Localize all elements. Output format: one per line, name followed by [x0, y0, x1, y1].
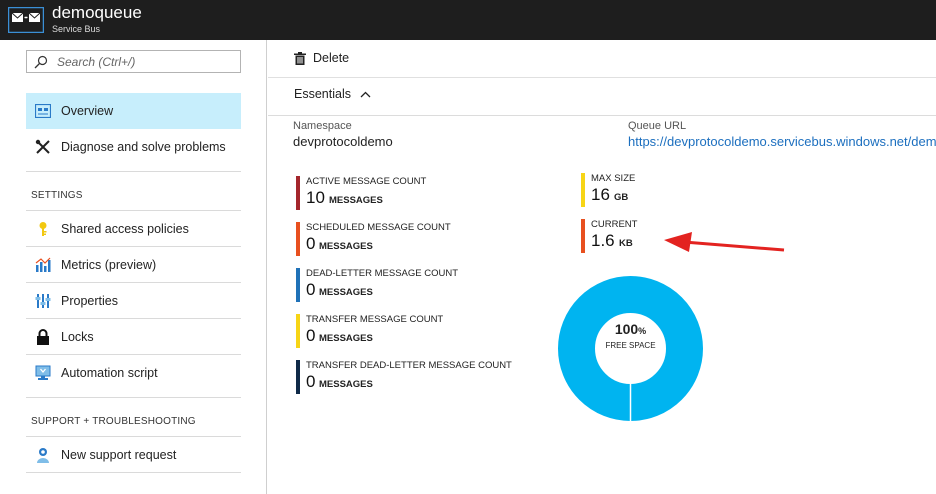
metric-label: SCHEDULED MESSAGE COUNT [306, 222, 451, 233]
free-space-caption: FREE SPACE [605, 341, 656, 350]
metric-tile: SCHEDULED MESSAGE COUNT 0 MESSAGES [296, 222, 546, 258]
top-bar: demoqueue Service Bus [0, 0, 936, 40]
support-person-icon [35, 447, 51, 463]
metrics-icon [35, 257, 51, 273]
metric-unit: MESSAGES [329, 195, 383, 206]
namespace-value: devprotocoldemo [293, 134, 393, 149]
key-icon [35, 221, 51, 237]
search-box[interactable] [26, 50, 241, 73]
current-size-label: CURRENT [591, 219, 638, 230]
max-size-bar [581, 173, 585, 207]
metric-unit: MESSAGES [319, 287, 373, 298]
metric-label: TRANSFER DEAD-LETTER MESSAGE COUNT [306, 360, 512, 371]
properties-icon [35, 293, 51, 309]
sidebar-item-label: Overview [61, 104, 114, 118]
metric-label: DEAD-LETTER MESSAGE COUNT [306, 268, 459, 279]
metric-value: 10 [306, 188, 325, 207]
sidebar-item-label: Locks [61, 330, 94, 344]
metric-color-bar [296, 314, 300, 348]
divider [26, 397, 241, 398]
sidebar: Overview Diagnose and solve problems SET… [0, 40, 267, 494]
current-size-bar [581, 219, 585, 253]
sidebar-item-diagnose[interactable]: Diagnose and solve problems [26, 129, 241, 165]
divider [26, 171, 241, 172]
trash-icon [294, 51, 306, 65]
metric-tile: TRANSFER DEAD-LETTER MESSAGE COUNT 0 MESSA… [296, 360, 546, 396]
service-bus-queue-icon [8, 7, 44, 33]
sidebar-item-label: Diagnose and solve problems [61, 140, 226, 154]
delete-button[interactable]: Delete [294, 51, 349, 65]
queue-url-link[interactable]: https://devprotocoldemo.servicebus.windo… [628, 134, 936, 149]
metric-value: 0 [306, 280, 316, 299]
page-subtitle: Service Bus [52, 24, 101, 34]
page-title: demoqueue [52, 3, 142, 22]
metric-tile: DEAD-LETTER MESSAGE COUNT 0 MESSAGES [296, 268, 546, 304]
sidebar-item-label: New support request [61, 448, 177, 462]
metric-unit: MESSAGES [319, 241, 373, 252]
essentials-label: Essentials [294, 87, 351, 101]
section-label-support: SUPPORT + TROUBLESHOOTING [31, 416, 196, 427]
metric-value: 0 [306, 234, 316, 253]
metric-value: 0 [306, 372, 316, 391]
metric-tile: TRANSFER MESSAGE COUNT 0 MESSAGES [296, 314, 546, 350]
metric-color-bar [296, 222, 300, 256]
sidebar-item-label: Metrics (preview) [61, 258, 157, 272]
metric-unit: MESSAGES [319, 333, 373, 344]
metric-label: TRANSFER MESSAGE COUNT [306, 314, 444, 325]
metric-label: ACTIVE MESSAGE COUNT [306, 176, 427, 187]
metric-color-bar [296, 360, 300, 394]
sidebar-item-automation-script[interactable]: Automation script [26, 355, 241, 391]
sidebar-item-locks[interactable]: Locks [26, 319, 241, 355]
max-size-metric: MAX SIZE 16 GB [581, 173, 681, 209]
search-icon [34, 55, 48, 69]
sidebar-item-new-support-request[interactable]: New support request [26, 437, 241, 473]
divider [26, 472, 241, 473]
max-size-unit: GB [614, 192, 629, 203]
search-input[interactable] [57, 52, 237, 71]
sidebar-item-properties[interactable]: Properties [26, 283, 241, 319]
essentials-divider [268, 115, 936, 116]
automation-icon [35, 365, 51, 381]
lock-icon [35, 329, 51, 345]
sidebar-item-label: Shared access policies [61, 222, 189, 236]
delete-label: Delete [313, 51, 350, 65]
overview-icon [35, 103, 51, 119]
current-size-value: 1.6 [591, 231, 615, 250]
max-size-label: MAX SIZE [591, 173, 636, 184]
namespace-label: Namespace [293, 120, 352, 132]
section-label-settings: SETTINGS [31, 190, 83, 201]
sidebar-item-shared-access-policies[interactable]: Shared access policies [26, 211, 241, 247]
free-space-percent: 100% [614, 321, 647, 337]
sidebar-item-metrics[interactable]: Metrics (preview) [26, 247, 241, 283]
tools-icon [35, 139, 51, 155]
sidebar-item-overview[interactable]: Overview [26, 93, 241, 129]
metric-color-bar [296, 268, 300, 302]
chevron-up-icon [360, 91, 371, 97]
essentials-toggle[interactable]: Essentials [294, 87, 371, 101]
main-content: Delete Essentials Namespace devprotocold… [268, 40, 936, 494]
command-bar: Delete [268, 40, 936, 78]
queue-url-label: Queue URL [628, 120, 687, 132]
sidebar-item-label: Automation script [61, 366, 158, 380]
metric-value: 0 [306, 326, 316, 345]
metric-tile: ACTIVE MESSAGE COUNT 10 MESSAGES [296, 176, 546, 212]
annotation-arrow [664, 232, 785, 252]
metric-color-bar [296, 176, 300, 210]
metric-unit: MESSAGES [319, 379, 373, 390]
current-size-unit: KB [619, 238, 633, 249]
max-size-value: 16 [591, 185, 610, 204]
sidebar-item-label: Properties [61, 294, 118, 308]
